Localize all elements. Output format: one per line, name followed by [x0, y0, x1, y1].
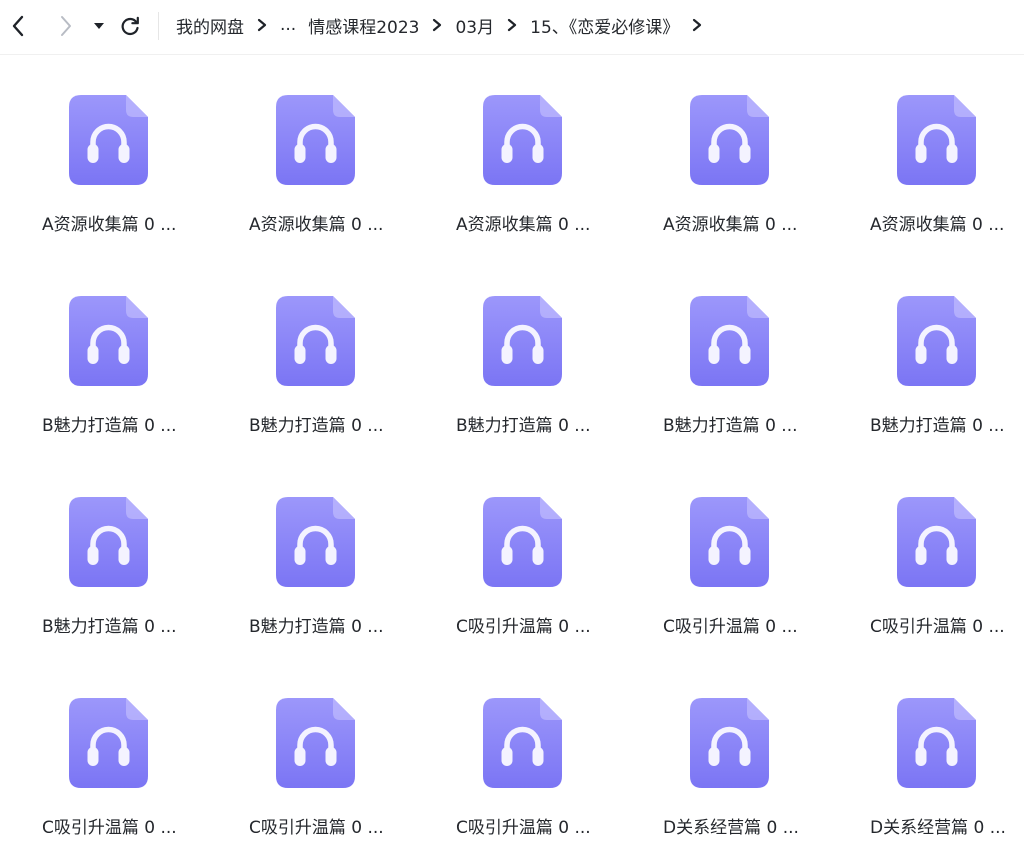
audio-file-icon	[897, 497, 976, 587]
breadcrumb: 我的网盘 ... 情感课程2023 03月 15、《恋爱必修课》	[176, 0, 715, 50]
file-item[interactable]: B魅力打造篇 0 ...	[828, 256, 1024, 457]
back-button[interactable]	[6, 12, 30, 40]
breadcrumb-item-course[interactable]: 情感课程2023	[308, 13, 419, 38]
chevron-right-icon	[244, 18, 280, 32]
file-item[interactable]: D关系经营篇 0 ...	[828, 658, 1024, 859]
forward-button[interactable]	[54, 12, 78, 40]
toolbar-divider	[158, 12, 159, 40]
chevron-right-icon	[419, 18, 455, 32]
file-name: A资源收集篇 0 ...	[456, 215, 591, 235]
file-item[interactable]: C吸引升温篇 0 ...	[828, 457, 1024, 658]
file-name: D关系经营篇 0 ...	[663, 818, 799, 838]
chevron-right-icon	[61, 16, 71, 36]
file-name: C吸引升温篇 0 ...	[456, 617, 591, 637]
file-name: C吸引升温篇 0 ...	[663, 617, 798, 637]
file-item[interactable]: C吸引升温篇 0 ...	[0, 658, 207, 859]
audio-file-icon	[483, 497, 562, 587]
chevron-left-icon	[12, 15, 24, 37]
audio-file-icon	[897, 296, 976, 386]
audio-file-icon	[483, 698, 562, 788]
file-name: A资源收集篇 0 ...	[663, 215, 798, 235]
breadcrumb-item-my-drive[interactable]: 我的网盘	[176, 13, 244, 38]
audio-file-icon	[69, 95, 148, 185]
breadcrumb-item-ellipsis[interactable]: ...	[280, 15, 296, 35]
file-item[interactable]: A资源收集篇 0 ...	[207, 55, 414, 256]
file-name: C吸引升温篇 0 ...	[456, 818, 591, 838]
file-item[interactable]: B魅力打造篇 0 ...	[414, 256, 621, 457]
file-item[interactable]: A资源收集篇 0 ...	[414, 55, 621, 256]
file-name: A资源收集篇 0 ...	[870, 215, 1005, 235]
audio-file-icon	[276, 698, 355, 788]
file-item[interactable]: B魅力打造篇 0 ...	[207, 457, 414, 658]
audio-file-icon	[69, 497, 148, 587]
toolbar: 我的网盘 ... 情感课程2023 03月 15、《恋爱必修课》	[0, 0, 1024, 52]
file-item[interactable]: A资源收集篇 0 ...	[621, 55, 828, 256]
chevron-right-icon[interactable]	[679, 18, 715, 32]
audio-file-icon	[276, 296, 355, 386]
breadcrumb-item-current-folder[interactable]: 15、《恋爱必修课》	[530, 13, 679, 38]
file-item[interactable]: B魅力打造篇 0 ...	[0, 256, 207, 457]
file-name: C吸引升温篇 0 ...	[42, 818, 177, 838]
audio-file-icon	[897, 698, 976, 788]
chevron-right-icon	[494, 18, 530, 32]
audio-file-icon	[69, 296, 148, 386]
file-item[interactable]: B魅力打造篇 0 ...	[0, 457, 207, 658]
file-item[interactable]: A资源收集篇 0 ...	[0, 55, 207, 256]
file-name: D关系经营篇 0 ...	[870, 818, 1006, 838]
file-item[interactable]: A资源收集篇 0 ...	[828, 55, 1024, 256]
refresh-icon	[121, 16, 139, 36]
audio-file-icon	[690, 296, 769, 386]
file-item[interactable]: C吸引升温篇 0 ...	[207, 658, 414, 859]
file-name: B魅力打造篇 0 ...	[42, 617, 177, 637]
file-name: B魅力打造篇 0 ...	[663, 416, 798, 436]
refresh-button[interactable]	[116, 12, 144, 40]
file-item[interactable]: B魅力打造篇 0 ...	[207, 256, 414, 457]
file-item[interactable]: B魅力打造篇 0 ...	[621, 256, 828, 457]
audio-file-icon	[276, 95, 355, 185]
file-name: C吸引升温篇 0 ...	[249, 818, 384, 838]
caret-down-icon	[94, 23, 104, 29]
history-dropdown-button[interactable]	[90, 16, 108, 36]
file-name: B魅力打造篇 0 ...	[42, 416, 177, 436]
audio-file-icon	[690, 95, 769, 185]
file-name: B魅力打造篇 0 ...	[249, 617, 384, 637]
file-item[interactable]: C吸引升温篇 0 ...	[414, 658, 621, 859]
audio-file-icon	[276, 497, 355, 587]
file-name: B魅力打造篇 0 ...	[870, 416, 1005, 436]
audio-file-icon	[483, 296, 562, 386]
audio-file-icon	[897, 95, 976, 185]
audio-file-icon	[483, 95, 562, 185]
audio-file-icon	[690, 698, 769, 788]
audio-file-icon	[690, 497, 769, 587]
file-name: C吸引升温篇 0 ...	[870, 617, 1005, 637]
audio-file-icon	[69, 698, 148, 788]
file-name: B魅力打造篇 0 ...	[249, 416, 384, 436]
file-name: A资源收集篇 0 ...	[249, 215, 384, 235]
file-name: B魅力打造篇 0 ...	[456, 416, 591, 436]
file-item[interactable]: D关系经营篇 0 ...	[621, 658, 828, 859]
file-item[interactable]: C吸引升温篇 0 ...	[621, 457, 828, 658]
file-name: A资源收集篇 0 ...	[42, 215, 177, 235]
file-item[interactable]: C吸引升温篇 0 ...	[414, 457, 621, 658]
breadcrumb-item-month[interactable]: 03月	[455, 13, 494, 38]
